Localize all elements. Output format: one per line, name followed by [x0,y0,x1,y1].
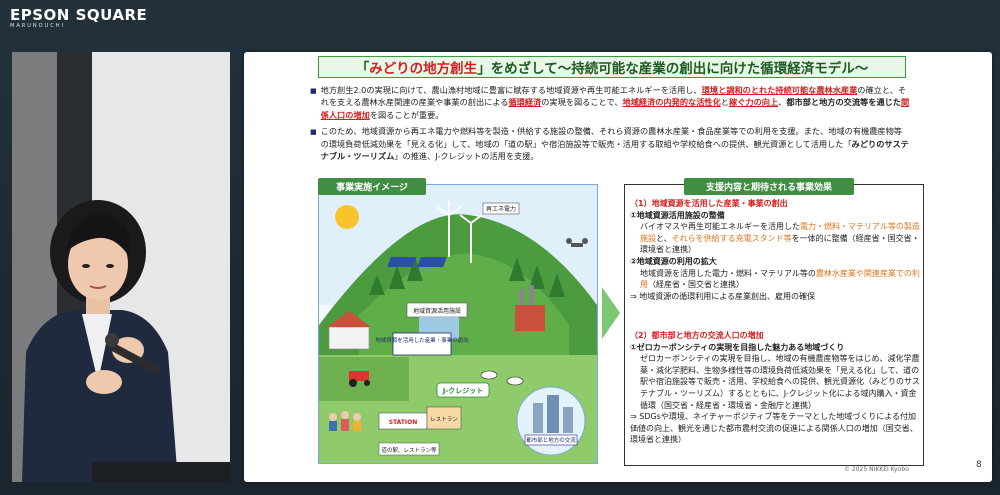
label-exchange: 都市部と地方の交流 [526,436,576,444]
sun-icon [335,205,359,229]
illustration-box: 再エネ電力 地域資源活用施設 地域資源を活用した産業・事業の創出 J-クレジット… [318,184,598,464]
label-facility: 地域資源活用施設 [413,307,461,315]
title-pre: 「 [355,61,370,77]
s1-a-heading: ①地域資源活用施設の整備 [630,210,725,220]
title-highlight: みどりの地方創生 [369,61,478,77]
label-j-credit: J-クレジット [442,386,484,395]
s1-b-text: 地域資源を活用した電力・燃料・マテリアル等の農林水産業や関連産業での利用（経産省… [640,268,920,290]
speaker-video [12,52,230,482]
label-michinoeki: 道の駅、レストラン等 [381,446,437,454]
intro-bullet-2: このため、地域資源から再エネ電力や燃料等を製造・供給する施設の整備、それら資源の… [310,125,910,162]
right-arrow-icon [602,287,620,339]
copyright: © 2025 NIKKEI Kyobo [844,466,909,473]
s2-a-text: ゼロカーボンシティの実現を目指し、地域の有機農産物等をはじめ、減化学農薬・減化学… [640,354,920,410]
presentation-slide: 「みどりの地方創生」をめざして～持続可能な産業の創出に向けた循環経済モデル～ 地… [244,52,992,482]
podium [92,462,230,482]
label-industry-line1: 地域資源を活用した産業・事業の創出 [375,336,469,344]
s2-result: ⇒ SDGsや環境、ネイチャーポジティブ等をテーマとした地域づくりによる付加価値… [630,412,918,445]
intro-bullet-1: 地方創生2.0の実現に向けて、農山漁村地域に豊富に賦存する地域資源や再生可能エネ… [310,84,910,121]
label-renewable-power: 再エネ電力 [486,205,516,213]
s1-result: ⇒ 地域資源の循環利用による産業創出、雇用の確保 [630,291,816,301]
label-station: STATION [389,419,418,426]
title-post: 」をめざして～持続可能な産業の創出に向けた循環経済モデル～ [477,61,869,77]
s2-a-heading: ①ゼロカーボンシティの実現を目指した魅力ある地域づくり [630,342,845,352]
page-number: 8 [976,460,982,470]
brand-logo: EPSON SQUARE MARUNOUCHI [10,6,147,29]
people-group [329,411,361,431]
support-header: 支援内容と期待される事業効果 [684,178,854,195]
support-section-2: （2）都市部と地方の交流人口の増加 ①ゼロカーボンシティの実現を目指した魅力ある… [630,330,920,446]
label-restaurant: レストラン [430,416,458,423]
s1-a-text: バイオマスや再生可能エネルギーを活用した電力・燃料・マテリアル等の製造施設と、そ… [640,222,920,255]
speaker-person [22,200,178,482]
s2-title: （2）都市部と地方の交流人口の増加 [630,331,764,340]
support-section-1: （1）地域資源を活用した産業・事業の創出 ①地域資源活用施設の整備 バイオマスや… [630,198,920,302]
s1-b-heading: ②地域資源の利用の拡大 [630,256,717,266]
brand-name: EPSON SQUARE [10,6,148,24]
landscape-illustration: 再エネ電力 地域資源活用施設 地域資源を活用した産業・事業の創出 J-クレジット… [319,185,597,463]
slide-title: 「みどりの地方創生 」をめざして～持続可能な産業の創出に向けた循環経済モデル～ [318,56,906,78]
s1-title: （1）地域資源を活用した産業・事業の創出 [630,199,788,208]
illustration-header: 事業実施イメージ [318,178,426,195]
intro-text: 地方創生2.0の実現に向けて、農山漁村地域に豊富に賦存する地域資源や再生可能エネ… [310,84,910,162]
